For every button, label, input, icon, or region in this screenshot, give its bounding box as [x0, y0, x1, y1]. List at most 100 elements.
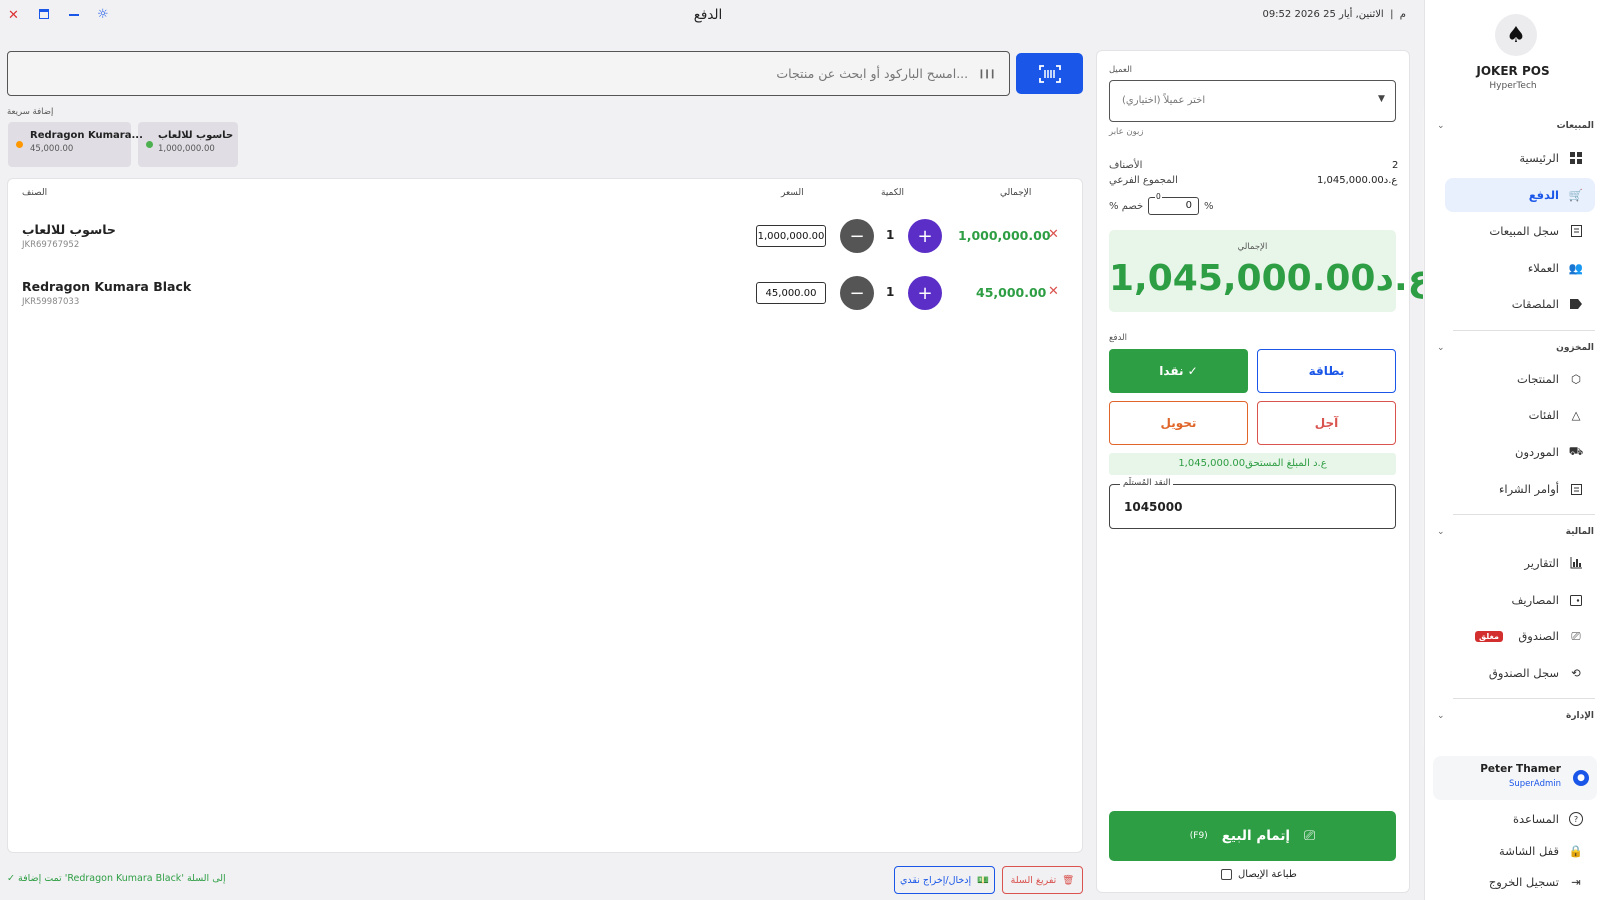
sidebar-item-cashbox-log[interactable]: سجل الصندوق ⟲	[1445, 656, 1595, 690]
sidebar-item-purchase-orders[interactable]: أوامر الشراء	[1445, 472, 1595, 506]
print-receipt-checkbox[interactable]	[1221, 869, 1232, 880]
nav-label: المساعدة	[1512, 812, 1559, 826]
discount-pct-symbol: %	[1204, 201, 1214, 212]
row-item-name: حاسوب للالعاب	[22, 222, 116, 237]
pay-card-label: بطاقة	[1308, 364, 1345, 378]
dashboard-icon	[1569, 151, 1583, 165]
user-profile-card[interactable]: ● Peter Thamer SuperAdmin	[1433, 756, 1597, 800]
status-message: ✓ تمت إضافة 'Redragon Kumara Black' إلى …	[7, 873, 226, 884]
print-receipt-label: طباعة الإيصال	[1238, 869, 1297, 880]
remove-item-icon[interactable]: ✕	[1048, 227, 1059, 242]
clear-cart-button[interactable]: تفريغ السلة 🗑	[1002, 866, 1083, 894]
decrease-qty-button[interactable]: −	[840, 276, 874, 310]
row-total: 1,000,000.00	[958, 228, 1051, 243]
pay-card-button[interactable]: بطاقة	[1257, 349, 1396, 393]
product-search-input[interactable]: امسح الباركود أو ابحث عن منتجات... ❙❙❙	[7, 51, 1010, 96]
remove-item-icon[interactable]: ✕	[1048, 284, 1059, 299]
chevron-down-icon: ▼	[1378, 94, 1385, 104]
sidebar-item-lock-screen[interactable]: قفل الشاشة 🔒	[1445, 838, 1595, 864]
scan-icon	[1038, 64, 1061, 83]
discount-label: % خصم	[1109, 201, 1144, 212]
sidebar-item-checkout[interactable]: الدفع 🛒	[1445, 178, 1595, 212]
sidebar-item-cashbox[interactable]: مغلق الصندوق ⎚	[1445, 619, 1595, 653]
customer-select[interactable]: ▼ (اختر عميلاً (اختياري	[1109, 80, 1396, 122]
nav-label: أوامر الشراء	[1498, 482, 1559, 496]
customer-placeholder: (اختر عميلاً (اختياري	[1122, 95, 1206, 106]
theme-toggle-icon[interactable]: ☼	[97, 7, 109, 22]
section-admin[interactable]: ⌄ الإدارة	[1437, 708, 1594, 724]
chevron-down-icon: ⌄	[1437, 527, 1445, 537]
chevron-down-icon: ⌄	[1437, 121, 1445, 131]
decrease-qty-button[interactable]: −	[840, 219, 874, 253]
nav-label: التقارير	[1524, 556, 1559, 570]
page-title: الدفع	[693, 7, 723, 23]
chevron-down-icon: ⌄	[1437, 343, 1445, 353]
barcode-scan-button[interactable]	[1016, 53, 1083, 94]
section-finance[interactable]: ⌄ المالية	[1437, 524, 1594, 540]
discount-hint: 0	[1155, 192, 1162, 201]
items-label: الأصناف	[1109, 160, 1143, 171]
status-badge: مغلق	[1475, 630, 1503, 642]
row-item-sku: JKR69767952	[22, 240, 80, 250]
sidebar-item-products[interactable]: المنتجات ⬡	[1445, 362, 1595, 396]
cash-received-input[interactable]: النقد المُستلَم 1045000	[1109, 478, 1396, 529]
pay-transfer-button[interactable]: تحويل	[1109, 401, 1248, 445]
sidebar-item-reports[interactable]: التقارير	[1445, 546, 1595, 580]
section-title: الإدارة	[1566, 711, 1594, 721]
price-input[interactable]: 45,000.00	[756, 282, 826, 304]
nav-label: العملاء	[1527, 261, 1559, 275]
pay-cash-button[interactable]: نقدا ✓	[1109, 349, 1248, 393]
increase-qty-button[interactable]: +	[908, 276, 942, 310]
qty-value: 1	[886, 228, 895, 242]
sidebar-item-labels[interactable]: الملصقات	[1445, 287, 1595, 321]
section-inventory[interactable]: ⌄ المخزون	[1437, 340, 1594, 356]
sidebar-item-help[interactable]: المساعدة ?	[1445, 806, 1595, 832]
clear-cart-label: تفريغ السلة	[1010, 874, 1057, 886]
pay-transfer-label: تحويل	[1160, 416, 1197, 430]
sidebar-item-customers[interactable]: العملاء 👥	[1445, 251, 1595, 285]
close-window-icon[interactable]: ✕	[8, 8, 19, 23]
nav-label: المنتجات	[1516, 372, 1559, 386]
divider	[1453, 514, 1595, 515]
trash-icon: 🗑	[1062, 874, 1075, 886]
quick-add-name: Redragon Kumara...	[30, 130, 143, 141]
section-sales[interactable]: ⌄ المبيعات	[1437, 118, 1594, 134]
quick-add-name: حاسوب للالعاب	[158, 130, 234, 141]
quick-add-item-gaming-pc[interactable]: حاسوب للالعاب 1,000,000.00	[138, 122, 238, 167]
row-total: 45,000.00	[976, 285, 1047, 300]
cash-in-out-button[interactable]: إدخال/إخراج نقدي 💵	[894, 866, 995, 894]
price-input[interactable]: 1,000,000.00	[756, 225, 826, 247]
quick-add-item-redragon[interactable]: Redragon Kumara... 45,000.00	[8, 122, 143, 167]
increase-qty-button[interactable]: +	[908, 219, 942, 253]
col-price: السعر	[781, 188, 804, 198]
quick-add-price: 45,000.00	[30, 144, 74, 154]
sidebar-item-logout[interactable]: تسجيل الخروج ⇥	[1445, 869, 1595, 895]
print-receipt-toggle[interactable]: طباعة الإيصال	[1221, 869, 1297, 880]
maximize-window-icon[interactable]	[39, 9, 49, 19]
sidebar-item-suppliers[interactable]: الموردون ⛟	[1445, 435, 1595, 469]
spade-logo-icon: ♠	[1495, 14, 1537, 56]
nav-label: سجل الصندوق	[1488, 666, 1559, 680]
nav-label: الصندوق	[1518, 629, 1559, 643]
sidebar-item-sales-log[interactable]: سجل المبيعات	[1445, 214, 1595, 248]
discount-input[interactable]: 0 0	[1148, 192, 1199, 215]
nav-label: الملصقات	[1511, 297, 1559, 311]
cart-icon: 🛒	[1568, 188, 1584, 202]
minimize-window-icon[interactable]	[69, 14, 79, 16]
user-name: Peter Thamer	[1480, 763, 1561, 775]
company-name: HyperTech	[1489, 81, 1537, 91]
cash-register-icon: ⎚	[1571, 628, 1581, 643]
label-tag-icon	[1569, 297, 1583, 311]
pay-deferred-label: آجل	[1314, 416, 1339, 430]
pay-deferred-button[interactable]: آجل	[1257, 401, 1396, 445]
complete-sale-button[interactable]: (F9) إتمام البيع ⎚	[1109, 811, 1396, 861]
divider	[1453, 698, 1595, 699]
nav-label: تسجيل الخروج	[1488, 875, 1559, 889]
sidebar-item-expenses[interactable]: المصاريف	[1445, 583, 1595, 617]
sidebar-item-home[interactable]: الرئيسية	[1445, 141, 1595, 175]
divider	[1453, 330, 1595, 331]
quick-add-label: إضافة سريعة	[7, 107, 54, 117]
users-icon: 👥	[1568, 261, 1584, 275]
sidebar-item-categories[interactable]: الفئات △	[1445, 398, 1595, 432]
wallet-icon	[1569, 593, 1583, 607]
